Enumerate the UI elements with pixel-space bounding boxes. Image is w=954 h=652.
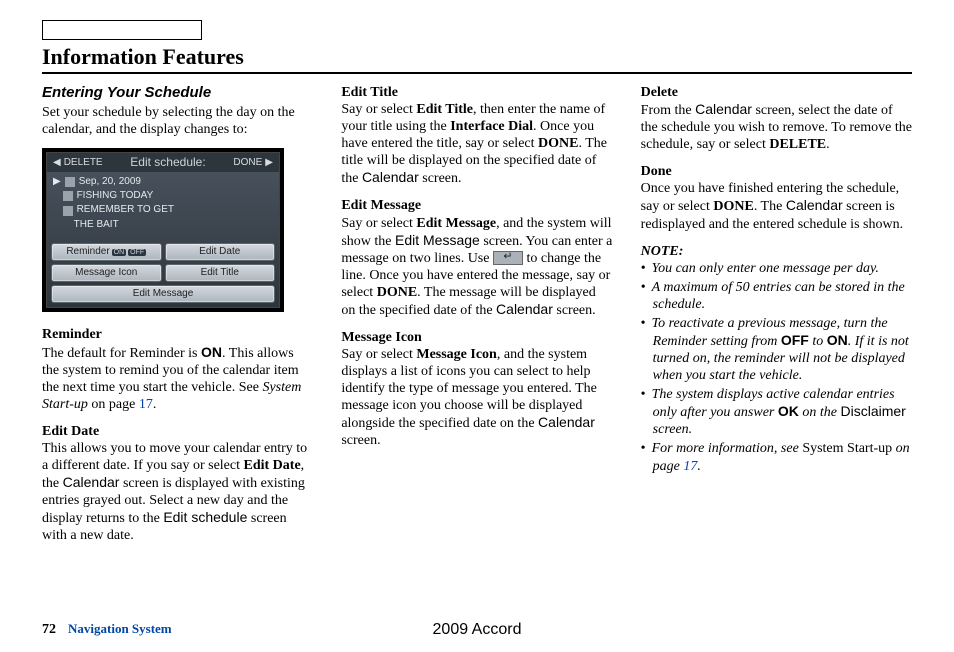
delete-heading: Delete [641, 84, 912, 101]
done-paragraph: Once you have finished entering the sche… [641, 180, 912, 232]
edit-schedule-screenshot: DELETE Edit schedule: DONE ▶Sep, 20, 200… [42, 148, 284, 312]
note-item-2: A maximum of 50 entries can be stored in… [641, 279, 912, 313]
shot-delete-button: DELETE [53, 157, 103, 169]
note-item-1: You can only enter one message per day. [641, 260, 912, 277]
column-1: Entering Your Schedule Set your schedule… [42, 84, 313, 554]
intro-paragraph: Set your schedule by selecting the day o… [42, 104, 313, 138]
done-heading: Done [641, 163, 912, 180]
msgicon-paragraph: Say or select Message Icon, and the syst… [341, 346, 612, 449]
page-link-17[interactable]: 17 [139, 397, 153, 412]
note-item-5: For more information, see System Start-u… [641, 440, 912, 474]
note-item-4: The system displays active calendar entr… [641, 386, 912, 438]
shot-reminder-button: ReminderONOFF [51, 243, 162, 261]
page-number: 72 [42, 622, 56, 638]
footer: 72 Navigation System 2009 Accord [42, 621, 912, 638]
content-columns: Entering Your Schedule Set your schedule… [42, 84, 912, 554]
shot-msgicon-button: Message Icon [51, 264, 162, 282]
page-title: Information Features [42, 44, 912, 74]
shot-edittitle-button: Edit Title [165, 264, 276, 282]
editdate-paragraph: This allows you to move your calendar en… [42, 440, 313, 544]
edittitle-heading: Edit Title [341, 84, 612, 101]
msg-icon-1 [63, 191, 73, 201]
section-heading: Entering Your Schedule [42, 84, 313, 102]
shot-date: Sep, 20, 2009 [79, 176, 141, 188]
shot-editmsg-button: Edit Message [51, 285, 275, 303]
shot-msg2: REMEMBER TO GET [77, 204, 174, 216]
editmsg-paragraph: Say or select Edit Message, and the syst… [341, 215, 612, 319]
delete-paragraph: From the Calendar screen, select the dat… [641, 101, 912, 153]
reminder-heading: Reminder [42, 326, 313, 343]
footer-model: 2009 Accord [433, 621, 522, 639]
shot-msg1: FISHING TODAY [77, 190, 154, 202]
msg-icon-2 [63, 206, 73, 216]
note-item-3: To reactivate a previous message, turn t… [641, 315, 912, 384]
editdate-heading: Edit Date [42, 423, 313, 440]
enter-key-icon [493, 251, 523, 265]
page-link-17b[interactable]: 17 [683, 459, 697, 474]
column-2: Edit Title Say or select Edit Title, the… [341, 84, 612, 554]
shot-editdate-button: Edit Date [165, 243, 276, 261]
column-3: Delete From the Calendar screen, select … [641, 84, 912, 554]
note-list: You can only enter one message per day. … [641, 260, 912, 475]
shot-done-button: DONE [233, 157, 273, 169]
reminder-paragraph: The default for Reminder is ON. This all… [42, 344, 313, 413]
footer-section: Navigation System [68, 621, 172, 637]
shot-msg3: THE BAIT [74, 219, 119, 231]
editmsg-heading: Edit Message [341, 197, 612, 214]
msgicon-heading: Message Icon [341, 329, 612, 346]
shot-title: Edit schedule: [130, 155, 205, 170]
edittitle-paragraph: Say or select Edit Title, then enter the… [341, 101, 612, 187]
calendar-icon [65, 177, 75, 187]
top-empty-box [42, 20, 202, 40]
note-heading: NOTE: [641, 243, 912, 260]
